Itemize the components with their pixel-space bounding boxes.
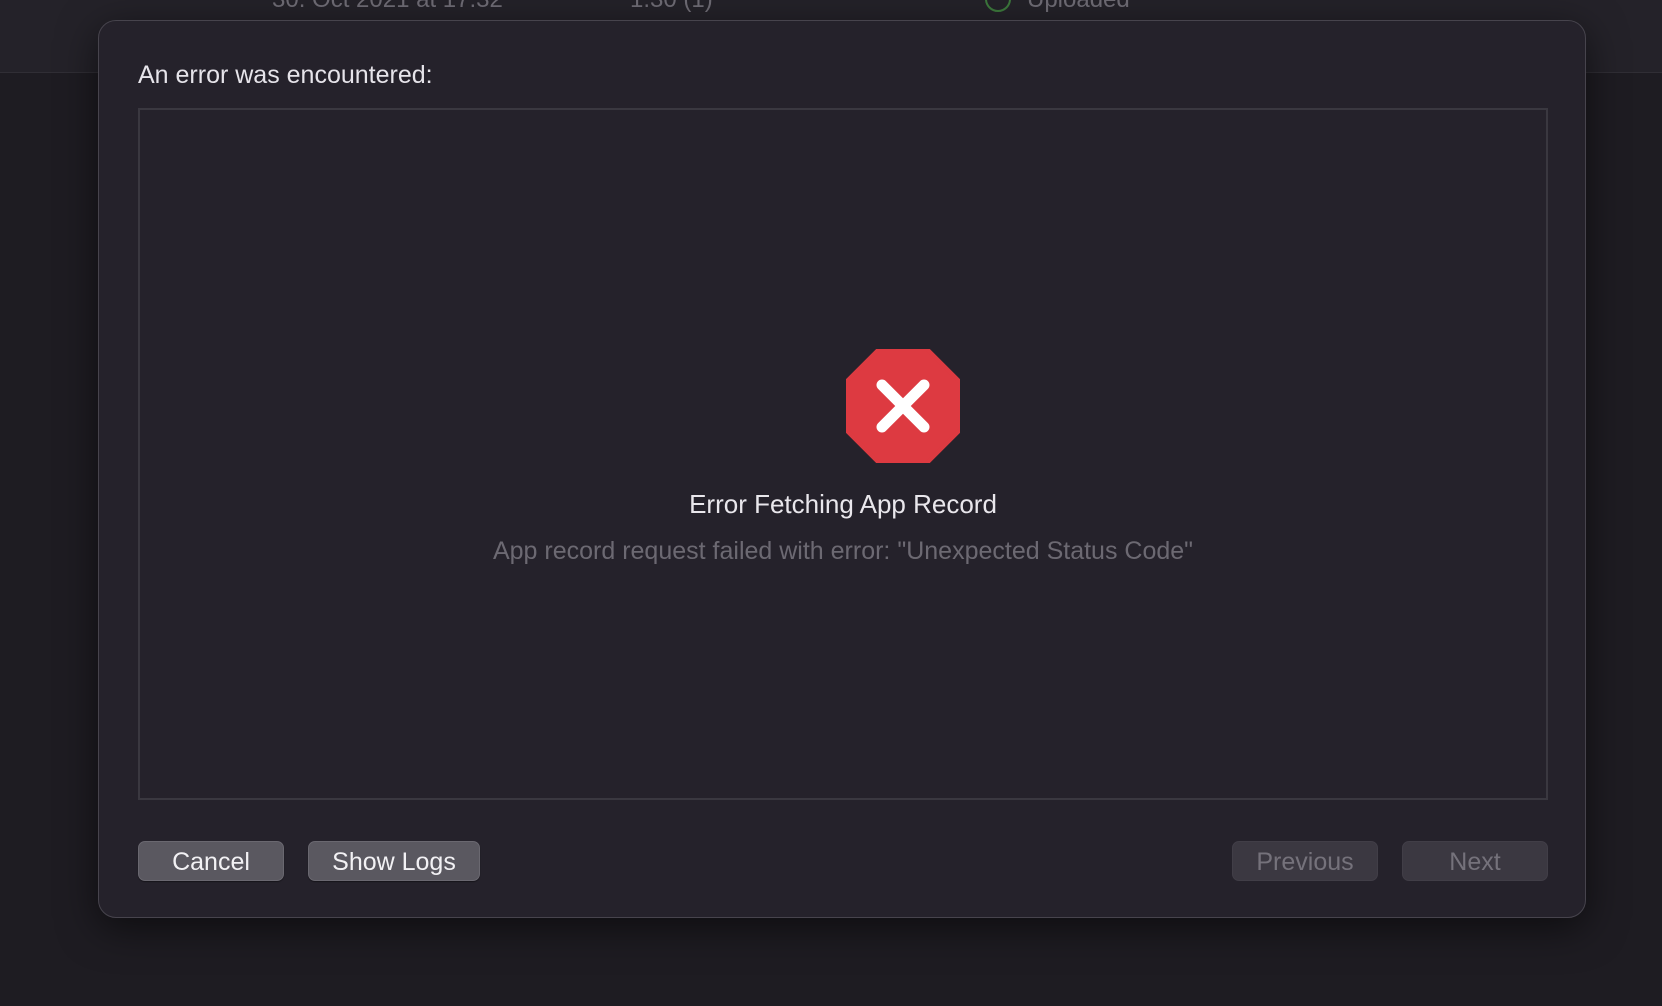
sheet-title: An error was encountered:: [138, 61, 433, 89]
archive-date: 30. Oct 2021 at 17:32: [272, 0, 503, 14]
show-logs-button[interactable]: Show Logs: [308, 841, 480, 881]
error-octagon-x-icon: [846, 349, 960, 463]
error-title: Error Fetching App Record: [689, 489, 997, 519]
uploaded-check-icon: [985, 0, 1011, 12]
error-sheet: An error was encountered: Error Fetching…: [98, 20, 1586, 918]
next-button[interactable]: Next: [1402, 841, 1548, 881]
archive-version: 1.30 (1): [630, 0, 713, 14]
cancel-button[interactable]: Cancel: [138, 841, 284, 881]
error-content-panel: [138, 108, 1548, 800]
previous-button[interactable]: Previous: [1232, 841, 1378, 881]
archive-status: Uploaded: [1027, 0, 1130, 14]
error-message: App record request failed with error: "U…: [492, 537, 1194, 565]
